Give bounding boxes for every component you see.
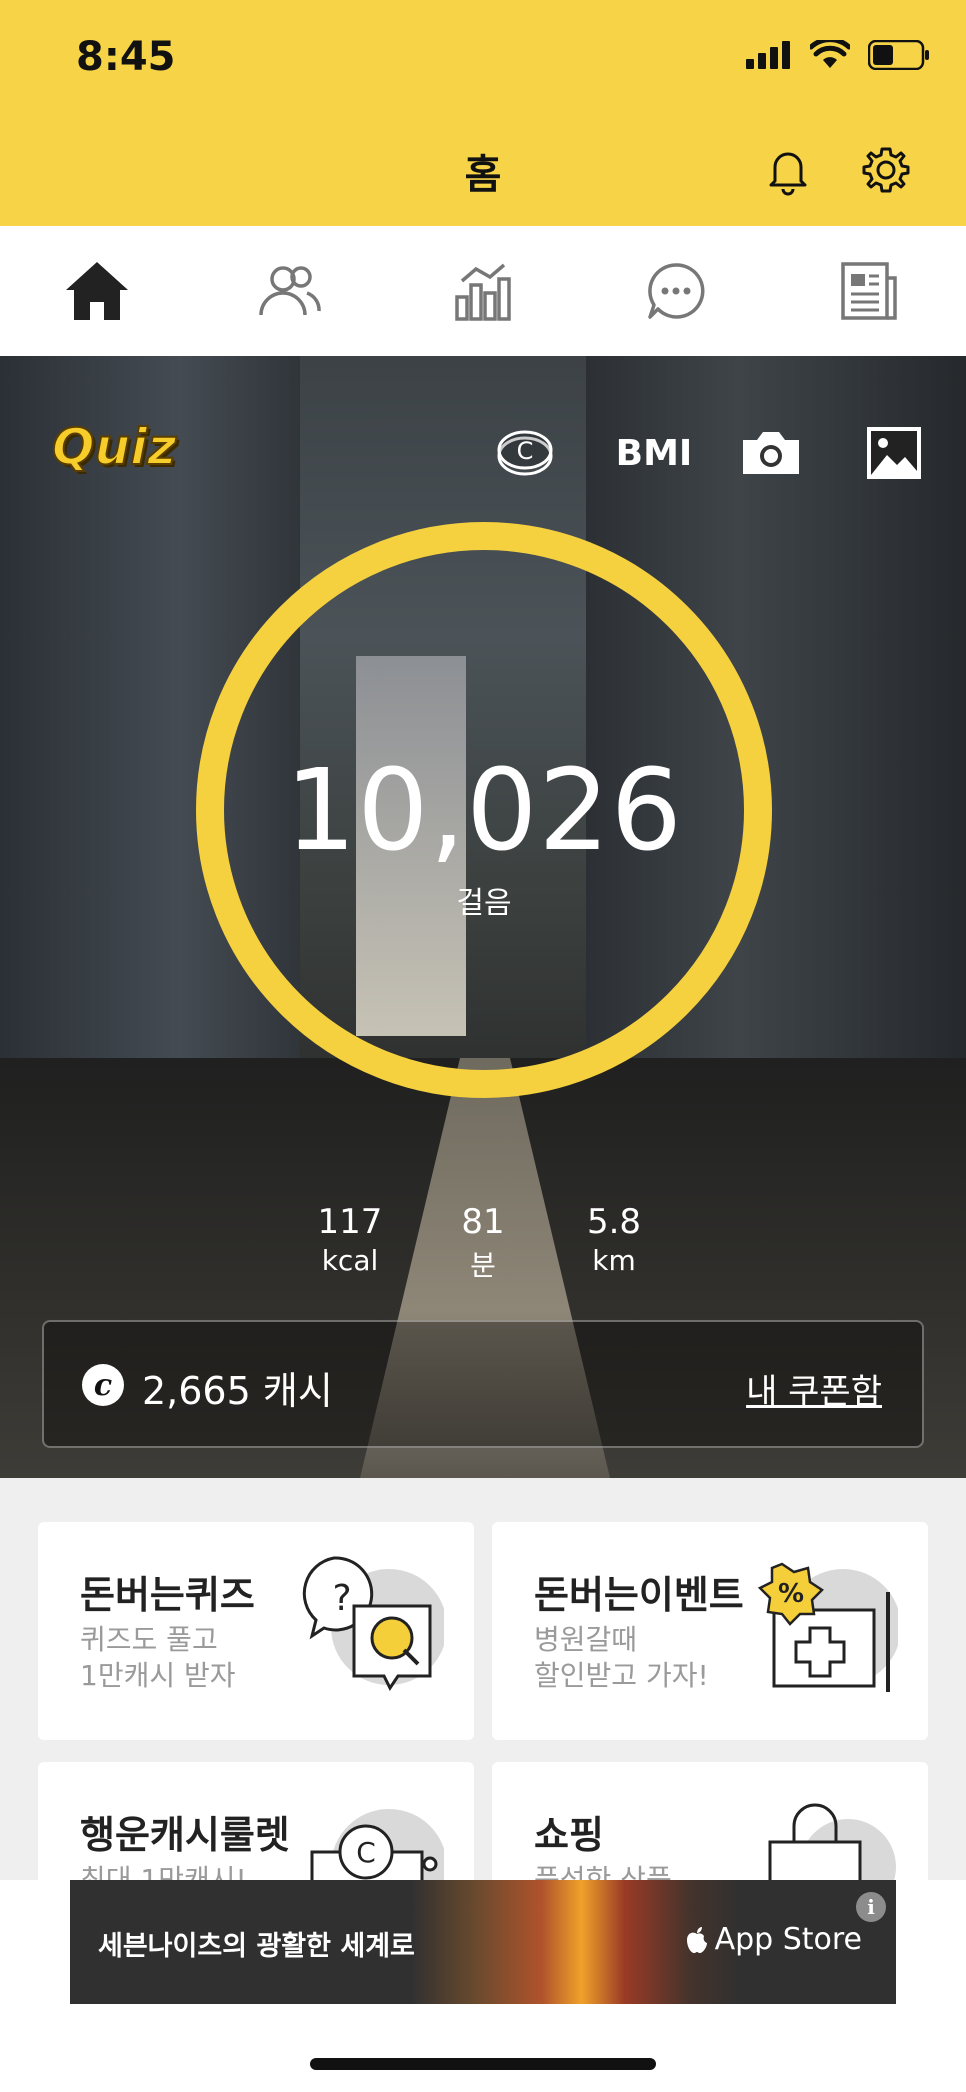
header-bar: 8:45 홈: [0, 0, 966, 226]
svg-text:C: C: [517, 437, 534, 465]
stat-unit: 분: [470, 1249, 496, 1282]
svg-text:C: C: [356, 1836, 376, 1869]
ad-info-icon[interactable]: i: [856, 1892, 886, 1922]
quiz-button[interactable]: Quiz: [51, 417, 177, 477]
stat-unit: km: [592, 1244, 636, 1277]
stat-distance: 5.8 km: [554, 1202, 674, 1277]
card-subtitle-line: 병원갈때: [534, 1623, 638, 1656]
stat-value: 81: [461, 1202, 505, 1242]
tab-chat[interactable]: [628, 243, 724, 339]
card-title: 돈버는이벤트: [534, 1573, 744, 1617]
cash-balance-bar[interactable]: c 2,665 캐시 내 쿠폰함: [42, 1320, 924, 1448]
step-hero: Quiz C BMI 10,026 걸음 117 kcal 81 분 5.8 k…: [0, 356, 966, 1478]
battery-icon: [868, 40, 929, 70]
quiz-bubble-icon: ?: [302, 1556, 444, 1691]
ad-banner[interactable]: 세븐나이츠의 광활한 세계로 App Store i: [70, 1880, 896, 2004]
ad-text: 세븐나이츠의 광활한 세계로: [98, 1931, 415, 1962]
svg-text:?: ?: [332, 1578, 351, 1619]
gear-icon: [862, 147, 910, 193]
chat-icon: [648, 263, 705, 319]
camera-icon: [743, 432, 799, 474]
tab-stats[interactable]: [435, 243, 531, 339]
gallery-button[interactable]: [862, 418, 926, 488]
card-title: 쇼핑: [534, 1813, 604, 1857]
page-title: 홈: [464, 152, 502, 198]
stat-calories: 117 kcal: [290, 1202, 410, 1277]
card-money-event[interactable]: 돈버는이벤트 병원갈때 할인받고 가자! %: [492, 1522, 928, 1740]
home-icon: [65, 262, 128, 320]
coupon-box-link[interactable]: 내 쿠폰함: [746, 1364, 882, 1413]
bmi-button[interactable]: BMI: [604, 418, 704, 488]
status-time: 8:45: [76, 34, 176, 80]
app-store-label: App Store: [714, 1922, 862, 1957]
stat-value: 117: [317, 1202, 383, 1242]
friends-icon: [259, 266, 321, 316]
tab-home[interactable]: [49, 243, 145, 339]
card-subtitle-line: 1만캐시 받자: [80, 1659, 236, 1692]
status-icons: [746, 40, 930, 70]
wifi-icon: [810, 40, 850, 68]
news-icon: [841, 262, 898, 320]
apple-icon: [686, 1926, 707, 1953]
tab-friends[interactable]: [242, 243, 338, 339]
notification-button[interactable]: [758, 140, 818, 200]
card-subtitle-line: 퀴즈도 풀고: [80, 1623, 218, 1656]
coin-icon: C: [497, 430, 553, 476]
stat-unit: kcal: [321, 1244, 379, 1277]
image-icon: [867, 427, 921, 479]
signal-icon: [746, 41, 790, 69]
settings-button[interactable]: [856, 140, 916, 200]
svg-text:%: %: [778, 1579, 804, 1609]
camera-button[interactable]: [736, 418, 806, 488]
app-store-link[interactable]: App Store: [685, 1922, 862, 1957]
step-count: 10,026: [285, 746, 683, 876]
hospital-discount-icon: %: [757, 1562, 898, 1692]
card-subtitle: 병원갈때 할인받고 가자!: [534, 1622, 764, 1694]
stats-icon: [455, 263, 511, 321]
cash-coin-icon: c: [82, 1364, 124, 1406]
card-subtitle: 퀴즈도 풀고 1만캐시 받자: [80, 1622, 310, 1694]
stat-minutes: 81 분: [423, 1202, 543, 1284]
tab-news[interactable]: [821, 243, 917, 339]
card-subtitle-line: 할인받고 가자!: [534, 1659, 709, 1692]
bell-icon: [769, 152, 807, 196]
card-title: 돈버는퀴즈: [80, 1573, 255, 1617]
main-tab-bar: [0, 226, 966, 356]
home-indicator[interactable]: [310, 2058, 656, 2070]
card-money-quiz[interactable]: 돈버는퀴즈 퀴즈도 풀고 1만캐시 받자 ?: [38, 1522, 474, 1740]
card-title: 행운캐시룰렛: [80, 1813, 290, 1857]
cash-amount: 2,665 캐시: [142, 1369, 333, 1413]
cash-button[interactable]: C: [490, 418, 560, 488]
step-unit: 걸음: [456, 886, 512, 921]
stat-value: 5.8: [586, 1202, 642, 1242]
